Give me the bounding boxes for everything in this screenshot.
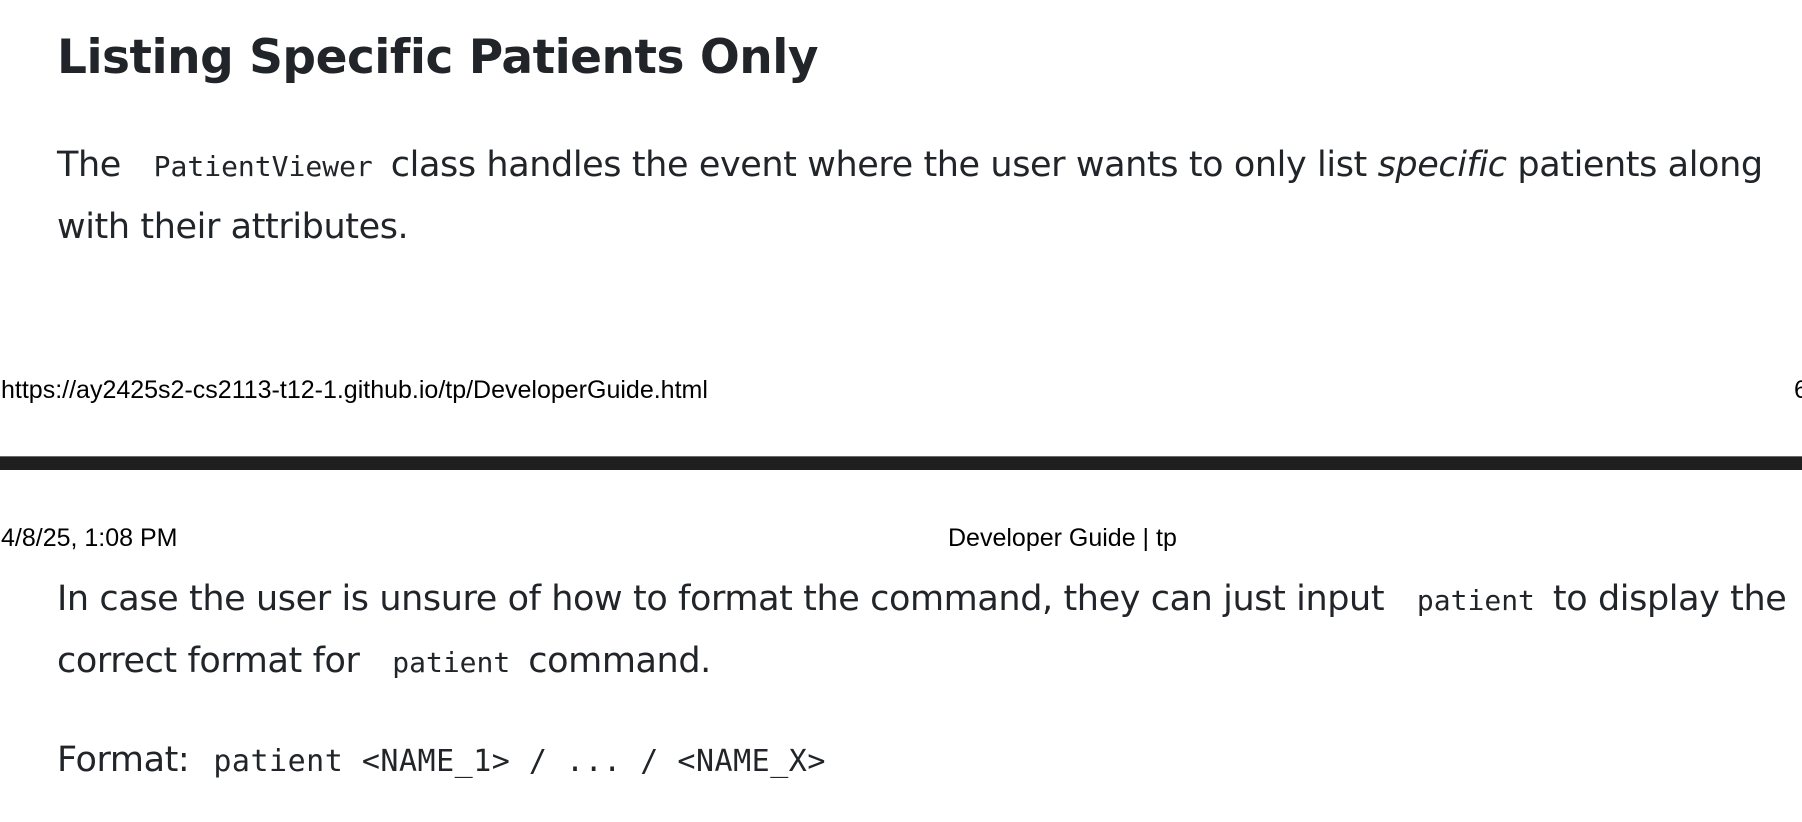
usage-command-code-2: patient bbox=[392, 646, 511, 679]
page-break-divider bbox=[0, 456, 1802, 470]
section-heading: Listing Specific Patients Only bbox=[57, 30, 818, 85]
format-label: Format: bbox=[57, 740, 190, 780]
intro-middle: class handles the event where the user w… bbox=[390, 145, 1367, 185]
print-footer-url: https://ay2425s2-cs2113-t12-1.github.io/… bbox=[1, 376, 708, 404]
format-code: patient <NAME_1> / ... / <NAME_X> bbox=[213, 744, 826, 779]
usage-command-code: patient bbox=[1416, 584, 1535, 617]
print-header-datetime: 4/8/25, 1:08 PM bbox=[1, 524, 178, 552]
intro-prefix: The bbox=[57, 145, 121, 185]
usage-paragraph: In case the user is unsure of how to for… bbox=[57, 569, 1802, 693]
usage-suffix: command. bbox=[528, 641, 711, 681]
intro-emphasis: specific bbox=[1377, 145, 1507, 185]
format-paragraph: Format: patient <NAME_1> / ... / <NAME_X> bbox=[57, 730, 1802, 792]
class-name-code: PatientViewer bbox=[153, 150, 373, 183]
print-header-title: Developer Guide | tp bbox=[948, 524, 1177, 552]
print-footer-page-number: 6 bbox=[1794, 376, 1802, 404]
intro-paragraph: The PatientViewer class handles the event… bbox=[57, 135, 1802, 258]
usage-prefix: In case the user is unsure of how to for… bbox=[57, 579, 1385, 619]
